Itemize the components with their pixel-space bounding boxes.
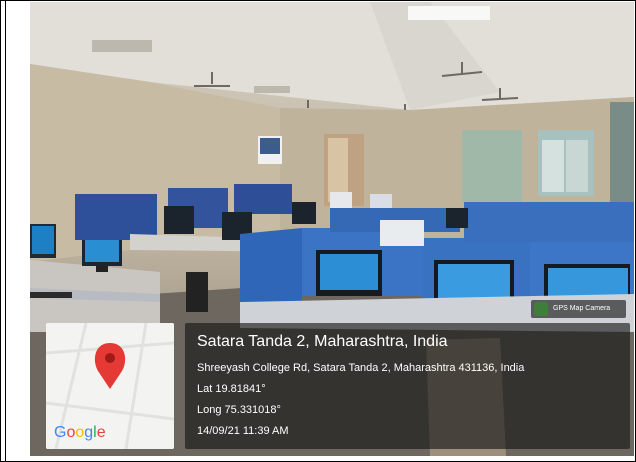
location-title: Satara Tanda 2, Maharashtra, India: [197, 333, 448, 350]
address-text: Shreeyash College Rd, Satara Tanda 2, Ma…: [197, 362, 525, 374]
map-thumbnail: Google: [46, 323, 174, 449]
timestamp-text: 14/09/21 11:39 AM: [197, 425, 289, 437]
longitude-text: Long 75.331018°: [197, 404, 281, 416]
table-divider: [5, 0, 6, 462]
gps-map-camera-badge: GPS Map Camera: [531, 300, 626, 318]
camera-globe-icon: [534, 302, 548, 316]
google-logo: Google: [54, 424, 106, 441]
latitude-text: Lat 19.81841°: [197, 383, 266, 395]
gps-info-overlay: Satara Tanda 2, Maharashtra, India Shree…: [185, 323, 630, 449]
badge-label: GPS Map Camera: [553, 305, 611, 312]
